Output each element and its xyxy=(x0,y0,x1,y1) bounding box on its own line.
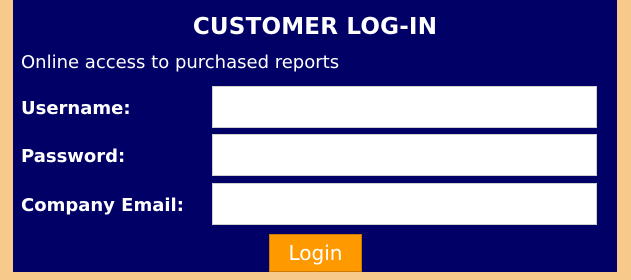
username-input[interactable] xyxy=(212,86,597,128)
company-email-input[interactable] xyxy=(212,183,597,225)
customer-login-panel: CUSTOMER LOG-IN Online access to purchas… xyxy=(13,0,617,272)
panel-subtitle: Online access to purchased reports xyxy=(21,52,340,73)
login-button[interactable]: Login xyxy=(269,234,362,272)
password-row: Password: xyxy=(21,134,609,180)
panel-title: CUSTOMER LOG-IN xyxy=(192,14,438,40)
username-label: Username: xyxy=(21,98,131,119)
password-input[interactable] xyxy=(212,134,597,176)
company-email-label: Company Email: xyxy=(21,195,184,216)
company-email-row: Company Email: xyxy=(21,183,609,229)
password-label: Password: xyxy=(21,146,126,167)
username-row: Username: xyxy=(21,86,609,132)
